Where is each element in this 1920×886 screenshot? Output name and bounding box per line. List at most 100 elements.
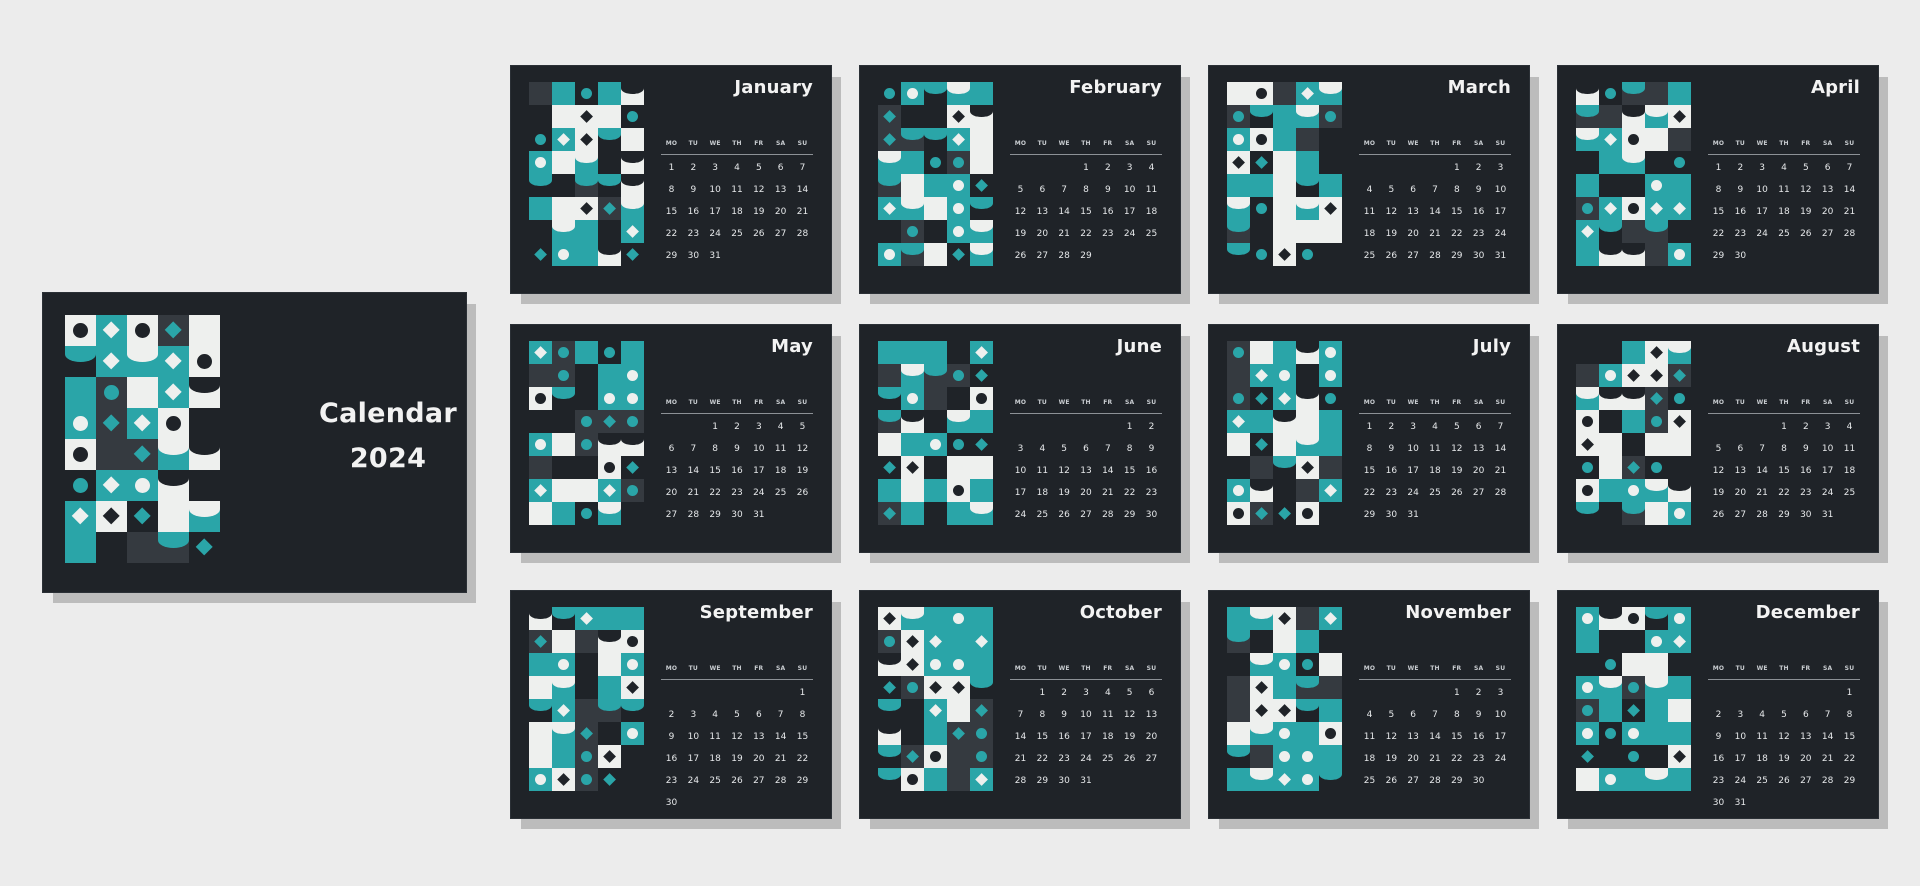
date-cell[interactable]: 5 — [1446, 420, 1467, 442]
date-cell[interactable]: 17 — [1752, 205, 1773, 227]
date-cell[interactable]: 13 — [1468, 442, 1489, 464]
date-cell[interactable]: 30 — [1708, 796, 1729, 818]
month-card-may[interactable]: May MO TU WE TH FR SA SU 1 2 3 4 5 6 7 8 9 10 11 12 13 14 15 16… — [510, 324, 832, 553]
date-cell[interactable]: 22 — [1446, 752, 1467, 774]
date-cell[interactable]: 16 — [1730, 205, 1751, 227]
date-cell[interactable]: 11 — [726, 183, 747, 205]
date-cell[interactable]: 26 — [726, 774, 747, 796]
date-cell[interactable]: 16 — [1468, 730, 1489, 752]
date-cell[interactable]: 29 — [1708, 249, 1729, 271]
date-cell[interactable]: 2 — [1097, 161, 1118, 183]
date-cell[interactable]: 23 — [1795, 486, 1816, 508]
date-cell[interactable]: 3 — [1490, 161, 1511, 183]
date-cell[interactable]: 21 — [1010, 752, 1031, 774]
date-cell[interactable]: 20 — [1403, 752, 1424, 774]
date-cell[interactable]: 2 — [1468, 686, 1489, 708]
date-cell[interactable]: 12 — [1119, 708, 1140, 730]
date-cell[interactable]: 15 — [1708, 205, 1729, 227]
date-cell[interactable]: 23 — [1468, 227, 1489, 249]
date-cell[interactable]: 15 — [1446, 205, 1467, 227]
date-cell[interactable]: 25 — [1141, 227, 1162, 249]
date-cell[interactable]: 16 — [1468, 205, 1489, 227]
date-cell[interactable]: 10 — [1490, 183, 1511, 205]
date-cell[interactable]: 24 — [1119, 227, 1140, 249]
date-cell[interactable]: 9 — [1097, 183, 1118, 205]
date-cell[interactable]: 21 — [1424, 752, 1445, 774]
date-cell[interactable]: 24 — [1490, 752, 1511, 774]
date-cell[interactable]: 7 — [1817, 708, 1838, 730]
date-cell[interactable]: 17 — [1075, 730, 1096, 752]
date-cell[interactable]: 24 — [1403, 486, 1424, 508]
date-cell[interactable]: 29 — [792, 774, 813, 796]
date-cell[interactable]: 6 — [1032, 183, 1053, 205]
date-cell[interactable]: 20 — [770, 205, 791, 227]
date-cell[interactable]: 14 — [1097, 464, 1118, 486]
date-cell[interactable]: 18 — [1097, 730, 1118, 752]
date-cell[interactable]: 14 — [1054, 205, 1075, 227]
date-cell[interactable]: 24 — [1075, 752, 1096, 774]
date-cell[interactable]: 24 — [1752, 227, 1773, 249]
date-cell[interactable]: 10 — [1752, 183, 1773, 205]
date-cell[interactable]: 7 — [792, 161, 813, 183]
date-cell[interactable]: 20 — [1817, 205, 1838, 227]
date-cell[interactable]: 27 — [1403, 249, 1424, 271]
date-cell[interactable]: 25 — [1424, 486, 1445, 508]
date-cell[interactable]: 28 — [1097, 508, 1118, 530]
date-cell[interactable]: 30 — [1468, 249, 1489, 271]
date-cell[interactable]: 23 — [1054, 752, 1075, 774]
date-cell[interactable]: 12 — [1773, 730, 1794, 752]
date-cell[interactable]: 27 — [1075, 508, 1096, 530]
date-cell[interactable]: 5 — [1381, 708, 1402, 730]
date-cell[interactable]: 6 — [1817, 161, 1838, 183]
date-cell[interactable]: 31 — [705, 249, 726, 271]
date-cell[interactable]: 2 — [1708, 708, 1729, 730]
date-cell[interactable]: 18 — [1359, 227, 1380, 249]
date-cell[interactable]: 12 — [1446, 442, 1467, 464]
date-cell[interactable]: 9 — [1708, 730, 1729, 752]
date-cell[interactable]: 12 — [1054, 464, 1075, 486]
date-cell[interactable]: 28 — [792, 227, 813, 249]
date-cell[interactable]: 12 — [1381, 205, 1402, 227]
date-cell[interactable]: 25 — [705, 774, 726, 796]
date-cell[interactable]: 4 — [1032, 442, 1053, 464]
date-cell[interactable]: 5 — [1381, 183, 1402, 205]
date-cell[interactable]: 5 — [1773, 708, 1794, 730]
date-cell[interactable]: 8 — [792, 708, 813, 730]
date-cell[interactable]: 22 — [1708, 227, 1729, 249]
date-cell[interactable]: 5 — [1010, 183, 1031, 205]
date-cell[interactable]: 20 — [1795, 752, 1816, 774]
date-cell[interactable]: 1 — [1119, 420, 1140, 442]
date-cell[interactable]: 20 — [1730, 486, 1751, 508]
date-cell[interactable]: 29 — [661, 249, 682, 271]
date-cell[interactable]: 31 — [748, 508, 769, 530]
date-cell[interactable]: 26 — [1773, 774, 1794, 796]
date-cell[interactable]: 24 — [683, 774, 704, 796]
date-cell[interactable]: 30 — [1381, 508, 1402, 530]
date-cell[interactable]: 19 — [1708, 486, 1729, 508]
date-cell[interactable]: 24 — [705, 227, 726, 249]
date-cell[interactable]: 5 — [1795, 161, 1816, 183]
date-cell[interactable]: 25 — [1359, 774, 1380, 796]
date-cell[interactable]: 22 — [1119, 486, 1140, 508]
date-cell[interactable]: 22 — [1446, 227, 1467, 249]
month-card-june[interactable]: June MO TU WE TH FR SA SU 1 2 3 4 5 6 7 8 9 10 11 12 13 14 15 1… — [859, 324, 1181, 553]
date-cell[interactable]: 24 — [1010, 508, 1031, 530]
date-cell[interactable]: 2 — [1141, 420, 1162, 442]
date-cell[interactable]: 1 — [661, 161, 682, 183]
date-cell[interactable]: 20 — [1468, 464, 1489, 486]
date-cell[interactable]: 14 — [770, 730, 791, 752]
date-cell[interactable]: 16 — [661, 752, 682, 774]
date-cell[interactable]: 14 — [1752, 464, 1773, 486]
date-cell[interactable]: 28 — [1424, 249, 1445, 271]
date-cell[interactable]: 15 — [1075, 205, 1096, 227]
date-cell[interactable]: 21 — [1424, 227, 1445, 249]
date-cell[interactable]: 25 — [726, 227, 747, 249]
date-cell[interactable]: 13 — [770, 183, 791, 205]
date-cell[interactable]: 28 — [1010, 774, 1031, 796]
date-cell[interactable]: 18 — [1424, 464, 1445, 486]
date-cell[interactable]: 21 — [1054, 227, 1075, 249]
date-cell[interactable]: 15 — [1446, 730, 1467, 752]
date-cell[interactable]: 19 — [1795, 205, 1816, 227]
date-cell[interactable]: 21 — [770, 752, 791, 774]
date-cell[interactable]: 8 — [1708, 183, 1729, 205]
